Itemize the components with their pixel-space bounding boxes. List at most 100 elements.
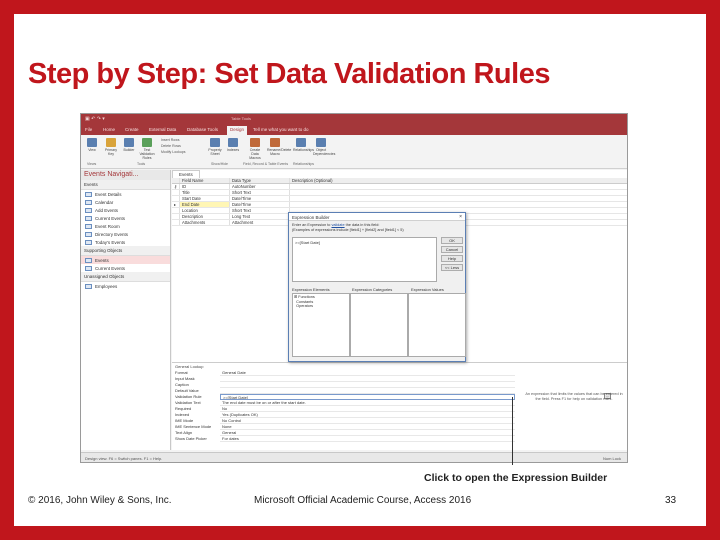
property-value[interactable]: For dates [220,436,515,442]
nav-group-unassigned[interactable]: Unassigned Objects [81,272,170,282]
column-header-data-type: Data Type [230,178,290,183]
row-selector[interactable] [172,208,180,213]
row-selector[interactable] [172,196,180,201]
callout-label: Click to open the Expression Builder [424,472,608,484]
instructions-text-2: the data in this field: [345,223,380,227]
field-name-cell[interactable]: ID [180,184,230,189]
tab-database-tools[interactable]: Database Tools [187,127,218,132]
expression-values-list[interactable] [408,293,466,357]
tab-home[interactable]: Home [103,127,115,132]
field-name-cell[interactable]: Location [180,208,230,213]
property-sheet-icon [210,138,220,147]
nav-pane-header[interactable]: Events Navigati... [81,170,170,180]
rename-delete-macro-button[interactable]: Rename/Delete Macro [267,138,292,160]
cancel-button[interactable]: Cancel [441,246,463,253]
nav-item-label: Today's Events [95,239,126,245]
expression-categories-list[interactable] [350,293,408,357]
builder-button[interactable]: Builder [121,138,137,160]
form-icon [85,224,92,229]
view-icon [87,138,97,147]
less-button[interactable]: << Less [441,264,463,271]
tab-create[interactable]: Create [125,127,139,132]
navigation-pane: Events Navigati... Events Event Details … [81,170,171,450]
description-cell[interactable] [290,196,627,201]
instructions-text: Enter an Expression to [292,223,331,227]
indexes-button[interactable]: Indexes [225,138,241,160]
nav-item-event-details[interactable]: Event Details [81,190,170,198]
description-cell[interactable] [290,202,627,207]
data-type-cell[interactable]: Long Text [230,214,290,219]
data-type-cell[interactable]: AutoNumber [230,184,290,189]
insert-rows-button[interactable]: Insert Rows [161,138,179,142]
rename-delete-macro-label: Rename/Delete Macro [267,148,292,156]
field-name-cell[interactable]: Attachments [180,220,230,225]
macro-icon [250,138,260,147]
primary-key-button[interactable]: Primary Key [103,138,119,160]
tab-design[interactable]: Design [227,126,248,135]
relationships-button[interactable]: Relationships [293,138,314,160]
ok-button[interactable]: OK [441,237,463,244]
properties-tabs[interactable]: General Lookup [172,363,627,370]
callout-line [512,397,513,465]
close-icon[interactable]: × [459,214,462,220]
property-sheet-button[interactable]: Property Sheet [207,138,223,160]
delete-rows-button[interactable]: Delete Rows [161,144,181,148]
tab-file[interactable]: File [85,127,92,132]
indexes-label: Indexes [226,148,240,152]
modify-lookups-button[interactable]: Modify Lookups [161,150,186,154]
nav-item-events-table[interactable]: Events [81,256,170,264]
view-label: View [88,148,96,152]
report-icon [85,240,92,245]
quick-access-toolbar[interactable]: ▣ ↶ ↷ ▾ [85,116,105,122]
test-validation-button[interactable]: Test Validation Rules [139,138,155,160]
description-cell[interactable] [290,190,627,195]
data-type-cell[interactable]: Attachment [230,220,290,225]
tree-item-operators[interactable]: Operators [294,304,348,309]
property-row[interactable]: Show Date Picker For dates [172,436,627,442]
nav-item-current-events-query[interactable]: Current Events [81,264,170,272]
field-name-cell[interactable]: Start Date [180,196,230,201]
values-header: Expression Values [411,287,444,292]
table-icon [85,284,92,289]
access-screenshot: ▣ ↶ ↷ ▾ Table Tools File Home Create Ext… [80,113,628,463]
field-name-cell[interactable]: Description [180,214,230,219]
object-dependencies-button[interactable]: Object Dependencies [313,138,335,160]
create-data-macros-label: Create Data Macros [249,148,261,160]
field-name-cell[interactable]: End Date [180,202,230,207]
builder-label: Builder [123,148,135,152]
data-type-cell[interactable]: Short Text [230,208,290,213]
row-selector-arrow-icon[interactable]: ▸ [172,202,180,207]
nav-item-calendar[interactable]: Calendar [81,198,170,206]
nav-group-events[interactable]: Events [81,180,170,190]
nav-item-current-events[interactable]: Current Events [81,214,170,222]
rename-macro-icon [270,138,280,147]
row-selector[interactable] [172,190,180,195]
nav-group-supporting[interactable]: Supporting Objects [81,246,170,256]
nav-item-todays-events[interactable]: Today's Events [81,238,170,246]
field-name-cell[interactable]: Title [180,190,230,195]
nav-item-add-events[interactable]: Add Events [81,206,170,214]
data-type-cell[interactable]: Date/Time [230,196,290,201]
nav-item-label: Event Details [95,191,122,197]
tell-me-box[interactable]: Tell me what you want to do [253,127,309,132]
data-type-cell[interactable]: Short Text [230,190,290,195]
row-selector[interactable] [172,214,180,219]
data-type-cell[interactable]: Date/Time [230,202,290,207]
tab-external-data[interactable]: External Data [149,127,176,132]
view-button[interactable]: View [84,138,100,160]
document-tab-events[interactable]: Events [172,170,200,178]
create-data-macros-button[interactable]: Create Data Macros [247,138,263,160]
help-button[interactable]: Help [441,255,463,262]
expression-input[interactable]: >=[Start Date] [292,237,437,282]
form-icon [85,200,92,205]
dialog-title: Expression Builder [292,214,330,220]
description-cell[interactable] [290,184,627,189]
nav-item-employees[interactable]: Employees [81,282,170,290]
row-selector[interactable] [172,220,180,225]
primary-key-icon: ⚷ [172,184,180,189]
nav-item-label: Current Events [95,215,126,221]
nav-item-event-room[interactable]: Event Room [81,222,170,230]
nav-item-directory-events[interactable]: Directory Events [81,230,170,238]
validate-link[interactable]: validate [331,223,344,227]
key-icon [106,138,116,147]
